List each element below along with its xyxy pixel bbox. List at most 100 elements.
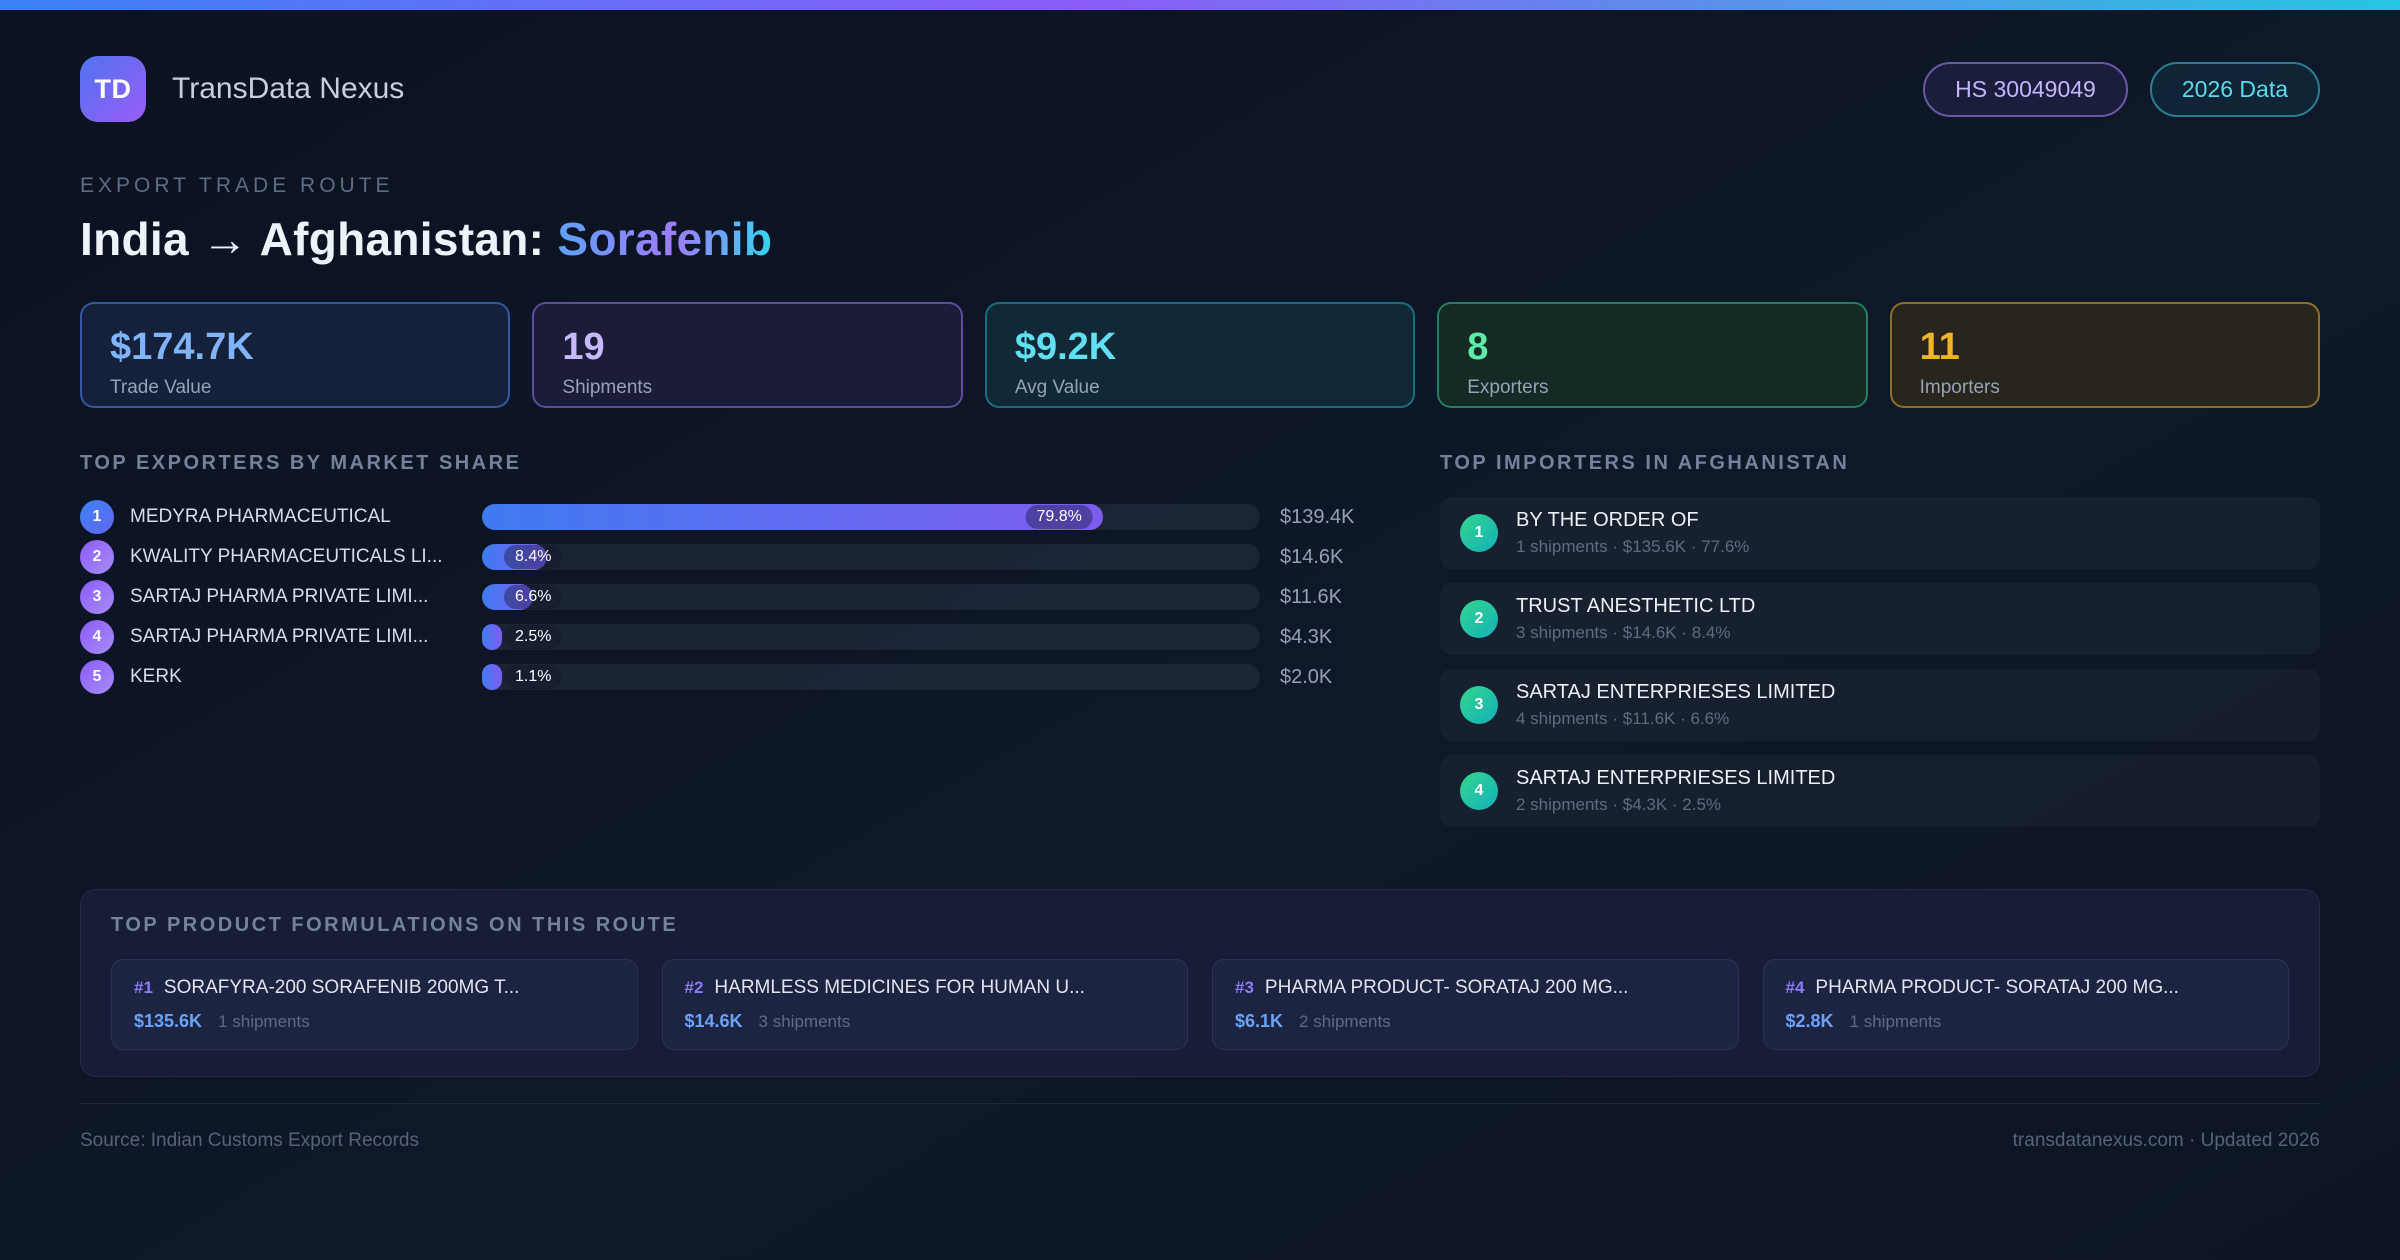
stat-card: $9.2K Avg Value: [984, 302, 1416, 408]
product-name: PHARMA PRODUCT- SORATAJ 200 MG...: [1264, 977, 1629, 998]
products-panel: TOP PRODUCT FORMULATIONS ON THIS ROUTE #…: [80, 889, 2320, 1077]
importer-rank-badge: 1: [1460, 514, 1498, 552]
stat-label: Shipments: [562, 377, 653, 398]
exporter-row: 5 KERK 1.1% $2.0K: [80, 657, 1380, 697]
products-heading: TOP PRODUCT FORMULATIONS ON THIS ROUTE: [111, 914, 679, 936]
product-title-line: #4 PHARMA PRODUCT- SORATAJ 200 MG...: [1786, 977, 2267, 999]
stat-card: $174.7K Trade Value: [80, 302, 511, 408]
exporter-name: SARTAJ PHARMA PRIVATE LIMI...: [130, 586, 429, 607]
market-share-pct-label: 2.5%: [504, 625, 563, 649]
product-shipments: 2 shipments: [1299, 1012, 1391, 1031]
market-share-pct-label: 1.1%: [504, 665, 563, 689]
importer-info: BY THE ORDER OF 1 shipments · $135.6K · …: [1516, 509, 1749, 557]
stat-card: 19 Shipments: [532, 302, 963, 408]
product-stats-line: $14.6K 3 shipments: [685, 1011, 1166, 1032]
eyebrow-label: EXPORT TRADE ROUTE: [80, 174, 394, 197]
exporters-heading: TOP EXPORTERS BY MARKET SHARE: [80, 452, 522, 474]
product-stats-line: $2.8K 1 shipments: [1786, 1011, 2267, 1032]
market-share-bar-track: 1.1%: [482, 664, 1260, 690]
stat-label: Trade Value: [110, 377, 212, 398]
hs-code-badge: HS 30049049: [1923, 61, 2128, 117]
stat-value: 19: [562, 326, 605, 368]
stat-label: Importers: [1919, 377, 2000, 398]
header: TD TransData Nexus HS 30049049 2026 Data: [80, 56, 2320, 122]
app-logo: TD: [80, 56, 146, 122]
stat-value: 11: [1919, 326, 1960, 368]
importer-card: 1 BY THE ORDER OF 1 shipments · $135.6K …: [1440, 497, 2320, 569]
top-accent-bar: [0, 0, 2400, 10]
header-badges: HS 30049049 2026 Data: [1923, 61, 2320, 117]
rank-badge: 3: [80, 580, 114, 614]
market-share-pct-label: 8.4%: [504, 545, 563, 569]
importer-card: 3 SARTAJ ENTERPRIESES LIMITED 4 shipment…: [1440, 669, 2320, 741]
product-rank: #4: [1785, 978, 1805, 997]
market-share-bar-track: 79.8%: [482, 504, 1260, 530]
importer-meta: 4 shipments · $11.6K · 6.6%: [1516, 709, 1730, 728]
importer-info: SARTAJ ENTERPRIESES LIMITED 4 shipments …: [1516, 681, 1835, 729]
exporter-trade-value: $14.6K: [1280, 545, 1344, 568]
market-share-bar-fill: [482, 504, 1103, 530]
importer-card: 2 TRUST ANESTHETIC LTD 3 shipments · $14…: [1440, 583, 2320, 655]
market-share-bar-track: 8.4%: [482, 544, 1260, 570]
market-share-pct-label: 79.8%: [1025, 505, 1093, 529]
rank-badge: 2: [80, 540, 114, 574]
importer-info: SARTAJ ENTERPRIESES LIMITED 2 shipments …: [1516, 767, 1835, 815]
importer-name: SARTAJ ENTERPRIESES LIMITED: [1516, 681, 1836, 703]
product-card: #2 HARMLESS MEDICINES FOR HUMAN U... $14…: [661, 959, 1188, 1050]
rank-badge: 1: [80, 500, 114, 534]
product-title-line: #2 HARMLESS MEDICINES FOR HUMAN U...: [685, 977, 1166, 999]
rank-badge: 4: [80, 620, 114, 654]
page-title: India → Afghanistan: Sorafenib: [80, 212, 2320, 266]
importers-list: 1 BY THE ORDER OF 1 shipments · $135.6K …: [1440, 497, 2320, 827]
stat-card: 11 Importers: [1889, 302, 2321, 408]
importer-name: SARTAJ ENTERPRIESES LIMITED: [1516, 767, 1836, 789]
product-card: #3 PHARMA PRODUCT- SORATAJ 200 MG... $6.…: [1212, 959, 1739, 1050]
market-share-bar-fill: [482, 624, 502, 650]
product-card: #4 PHARMA PRODUCT- SORATAJ 200 MG... $2.…: [1762, 959, 2289, 1050]
market-share-bar-fill: [482, 664, 502, 690]
brand: TD TransData Nexus: [80, 56, 404, 122]
exporter-trade-value: $4.3K: [1280, 625, 1333, 648]
exporter-trade-value: $2.0K: [1280, 665, 1333, 688]
exporter-row: 2 KWALITY PHARMACEUTICALS LI... 8.4% $14…: [80, 537, 1380, 577]
stat-label: Exporters: [1467, 377, 1549, 398]
market-share-bar-track: 2.5%: [482, 624, 1260, 650]
market-share-pct-label: 6.6%: [504, 585, 563, 609]
importer-rank-badge: 2: [1460, 600, 1498, 638]
page-title-route: India → Afghanistan:: [80, 213, 558, 265]
exporters-section: TOP EXPORTERS BY MARKET SHARE 1 MEDYRA P…: [80, 452, 1380, 841]
importer-meta: 2 shipments · $4.3K · 2.5%: [1516, 795, 1722, 814]
importer-meta: 3 shipments · $14.6K · 8.4%: [1516, 623, 1731, 642]
products-list: #1 SORAFYRA-200 SORAFENIB 200MG T... $13…: [111, 959, 2289, 1050]
exporter-name: KERK: [130, 666, 182, 687]
importer-name: BY THE ORDER OF: [1516, 509, 1699, 531]
importer-info: TRUST ANESTHETIC LTD 3 shipments · $14.6…: [1516, 595, 1755, 643]
product-rank: #3: [1235, 978, 1254, 997]
product-shipments: 1 shipments: [218, 1012, 310, 1031]
exporter-name: SARTAJ PHARMA PRIVATE LIMI...: [130, 626, 429, 647]
product-rank: #1: [134, 978, 153, 997]
stat-value: $9.2K: [1014, 326, 1117, 368]
product-value: $6.1K: [1235, 1011, 1284, 1031]
data-year-badge: 2026 Data: [2149, 61, 2320, 117]
exporter-name: MEDYRA PHARMACEUTICAL: [130, 506, 391, 527]
brand-name: TransData Nexus: [172, 72, 405, 105]
stat-value: 8: [1467, 326, 1489, 368]
page-container: TD TransData Nexus HS 30049049 2026 Data…: [0, 10, 2400, 1152]
importer-meta: 1 shipments · $135.6K · 77.6%: [1516, 537, 1750, 556]
market-share-bar-track: 6.6%: [482, 584, 1260, 610]
product-stats-line: $6.1K 2 shipments: [1235, 1011, 1716, 1032]
importer-name: TRUST ANESTHETIC LTD: [1516, 595, 1756, 617]
product-value: $14.6K: [684, 1011, 743, 1031]
product-rank: #2: [684, 978, 704, 997]
product-value: $2.8K: [1785, 1011, 1834, 1031]
footer: Source: Indian Customs Export Records tr…: [80, 1103, 2320, 1152]
product-stats-line: $135.6K 1 shipments: [134, 1011, 615, 1032]
main-columns: TOP EXPORTERS BY MARKET SHARE 1 MEDYRA P…: [80, 452, 2320, 841]
product-title-line: #3 PHARMA PRODUCT- SORATAJ 200 MG...: [1235, 977, 1716, 999]
importers-section: TOP IMPORTERS IN AFGHANISTAN 1 BY THE OR…: [1440, 452, 2320, 841]
product-card: #1 SORAFYRA-200 SORAFENIB 200MG T... $13…: [111, 959, 638, 1050]
rank-badge: 5: [80, 660, 114, 694]
importer-rank-badge: 3: [1460, 686, 1498, 724]
importer-rank-badge: 4: [1460, 772, 1498, 810]
